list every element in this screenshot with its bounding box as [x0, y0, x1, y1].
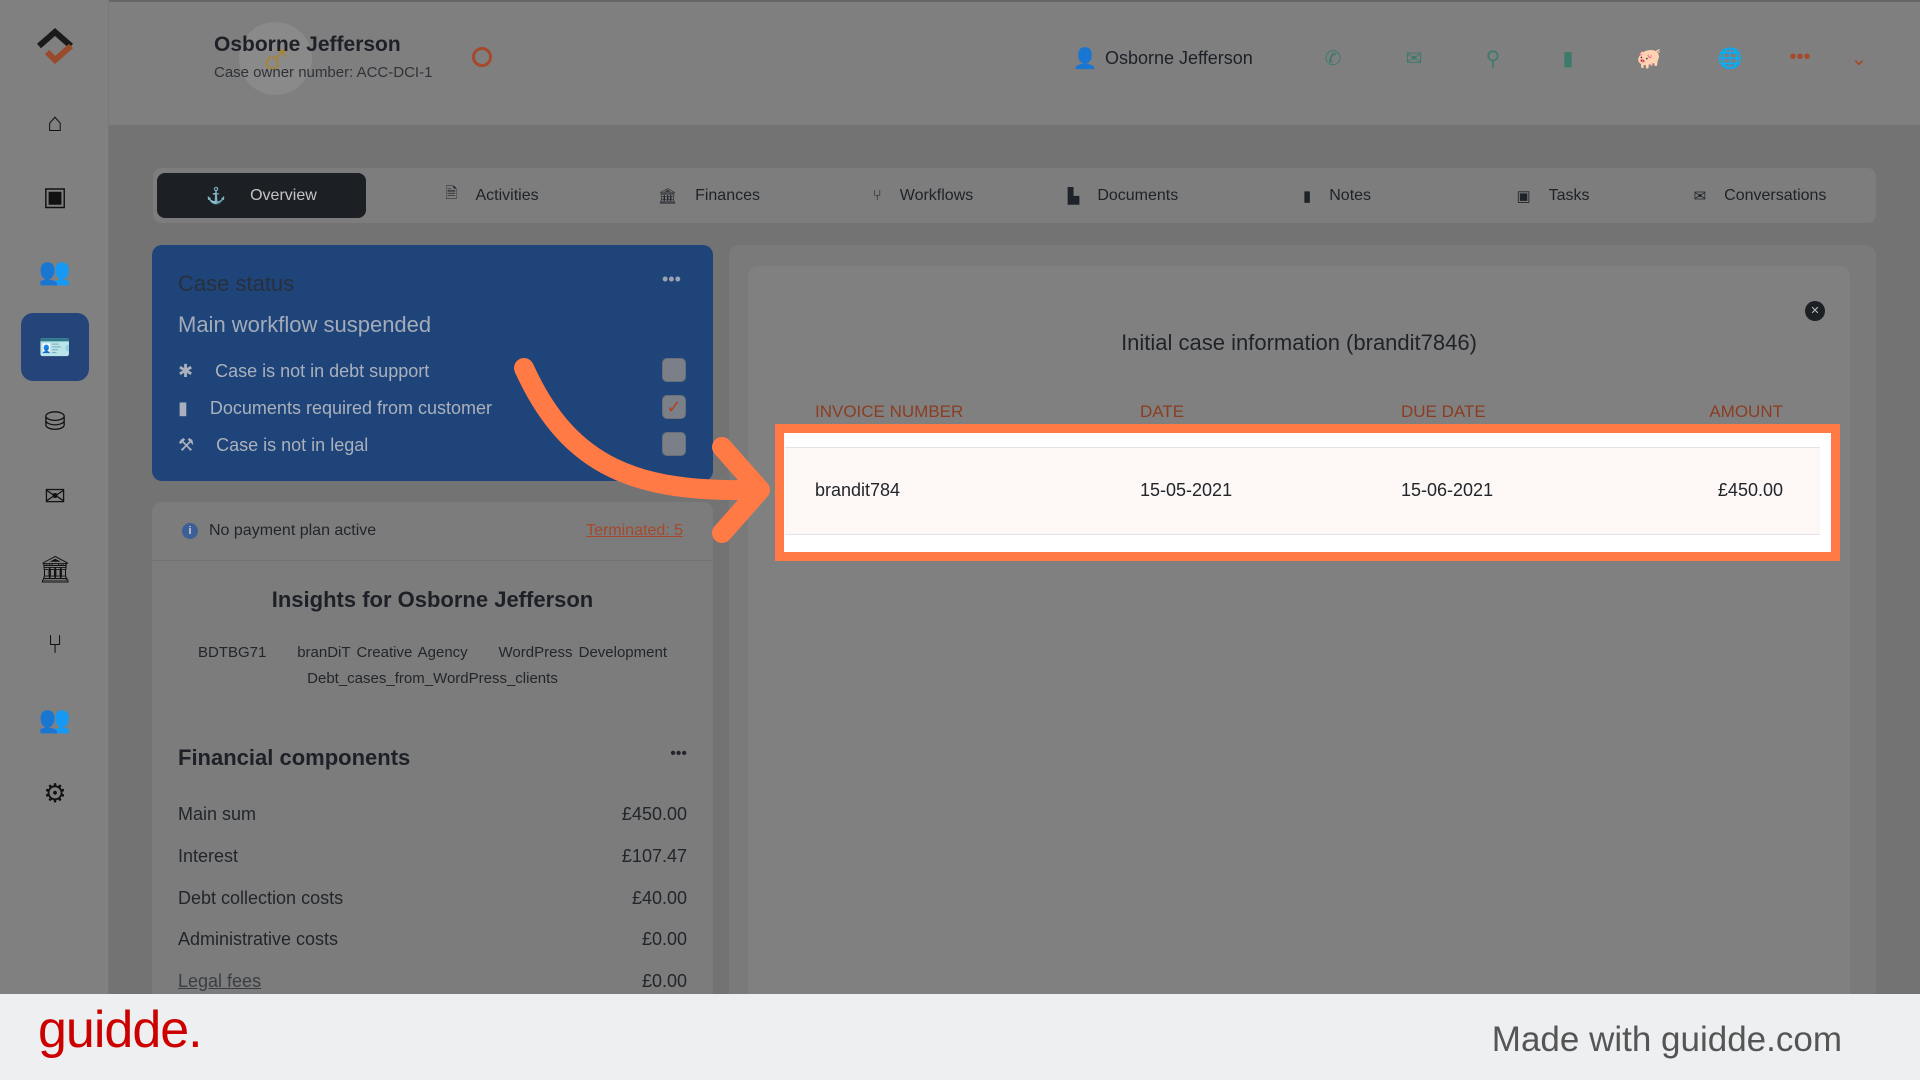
- footer-bar: guidde. Made with guidde.com: [0, 994, 1920, 1080]
- guidde-logo: guidde.: [38, 1001, 203, 1059]
- arrow-curve: [514, 358, 762, 501]
- made-with-tagline: Made with guidde.com: [1491, 1020, 1842, 1059]
- pointer-arrow: [514, 358, 770, 543]
